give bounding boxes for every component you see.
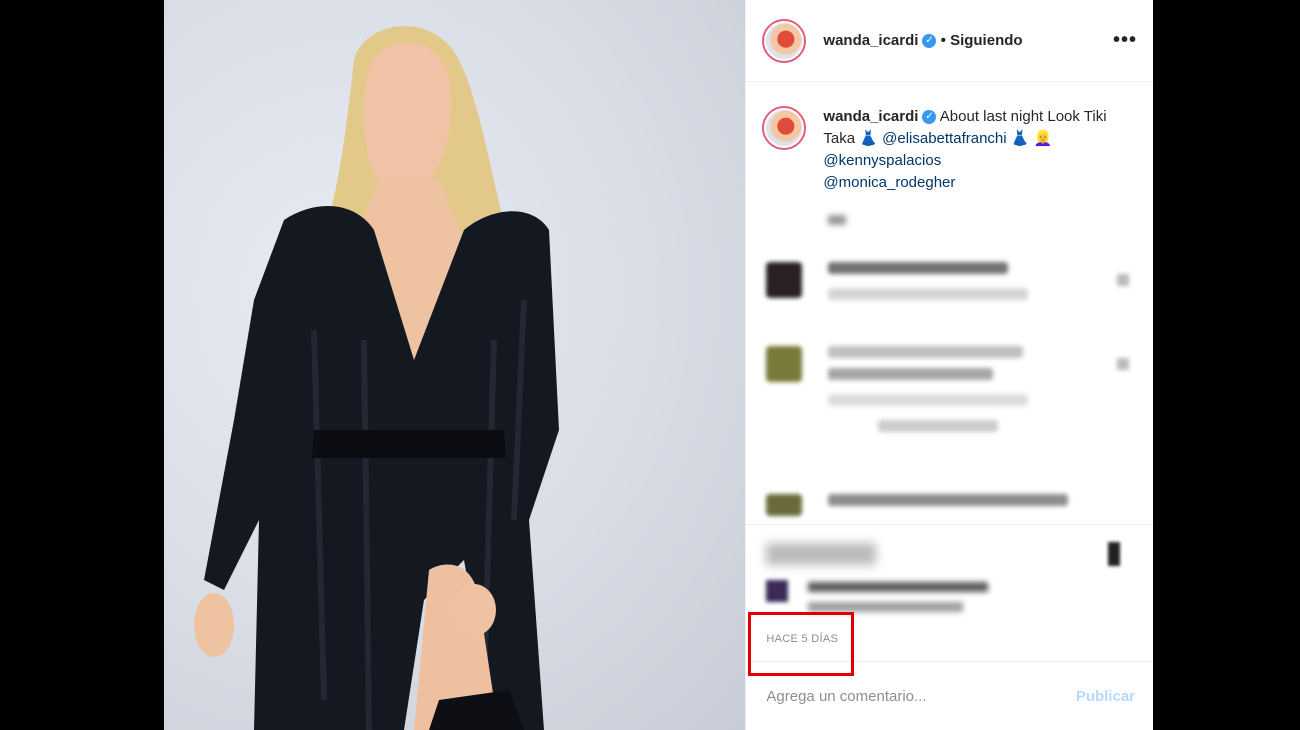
comment-text-blurred xyxy=(828,262,1009,274)
comment-text-blurred xyxy=(828,368,994,380)
caption-emojis: 👗 👱‍♀️ xyxy=(1010,130,1053,147)
caption-text: wanda_icardi ✓ About last night Look Tiki… xyxy=(823,106,1132,194)
actions-divider xyxy=(746,524,1153,525)
liker-avatar[interactable] xyxy=(766,580,789,602)
timestamp-highlight-box xyxy=(748,612,854,676)
comment-item xyxy=(766,346,1126,442)
caption-avatar[interactable] xyxy=(762,106,807,150)
mention-elisabettafranchi[interactable]: @elisabettafranchi xyxy=(882,130,1006,147)
post-photo[interactable] xyxy=(164,0,746,730)
comment-meta-blurred xyxy=(828,288,1029,300)
likes-text-blurred[interactable] xyxy=(808,602,964,612)
header-username[interactable]: wanda_icardi xyxy=(823,32,918,49)
comment-text-blurred xyxy=(828,346,1024,358)
verified-badge-icon: ✓ xyxy=(922,33,937,48)
mention-kennyspalacios[interactable]: @kennyspalacios xyxy=(823,152,941,169)
likes-text-blurred[interactable] xyxy=(808,582,989,592)
post-header: wanda_icardi ✓ • Siguiendo ••• xyxy=(746,0,1153,82)
comment-item xyxy=(766,494,1126,516)
comment-avatar[interactable] xyxy=(766,494,803,516)
following-button[interactable]: Siguiendo xyxy=(950,32,1023,49)
dress-emoji: 👗 xyxy=(859,130,878,147)
action-icons-blurred[interactable] xyxy=(766,543,877,565)
mention-monica-rodegher[interactable]: @monica_rodegher xyxy=(823,174,955,191)
caption-verified-badge-icon: ✓ xyxy=(922,110,937,125)
header-separator: • xyxy=(940,31,947,49)
caption-meta-blurred xyxy=(828,215,847,225)
comment-meta-blurred xyxy=(828,394,1029,406)
caption-username[interactable]: wanda_icardi xyxy=(823,108,918,125)
bookmark-icon[interactable] xyxy=(1108,542,1121,566)
comment-avatar[interactable] xyxy=(766,262,803,298)
profile-avatar[interactable] xyxy=(762,18,807,63)
comment-input[interactable] xyxy=(764,686,1076,706)
comment-item xyxy=(766,262,1126,310)
woman-in-black-dress-photo xyxy=(194,26,559,730)
publish-button[interactable]: Publicar xyxy=(1076,688,1135,705)
like-comment-icon[interactable] xyxy=(1117,358,1129,370)
view-replies-blurred[interactable] xyxy=(878,420,999,432)
comment-text-blurred xyxy=(828,494,1069,506)
comment-avatar[interactable] xyxy=(766,346,803,382)
more-options-icon[interactable]: ••• xyxy=(1113,29,1137,52)
post-caption: wanda_icardi ✓ About last night Look Tiki… xyxy=(762,106,1132,194)
instagram-post: wanda_icardi ✓ • Siguiendo ••• wanda_ica… xyxy=(164,0,1153,730)
like-comment-icon[interactable] xyxy=(1117,274,1129,286)
